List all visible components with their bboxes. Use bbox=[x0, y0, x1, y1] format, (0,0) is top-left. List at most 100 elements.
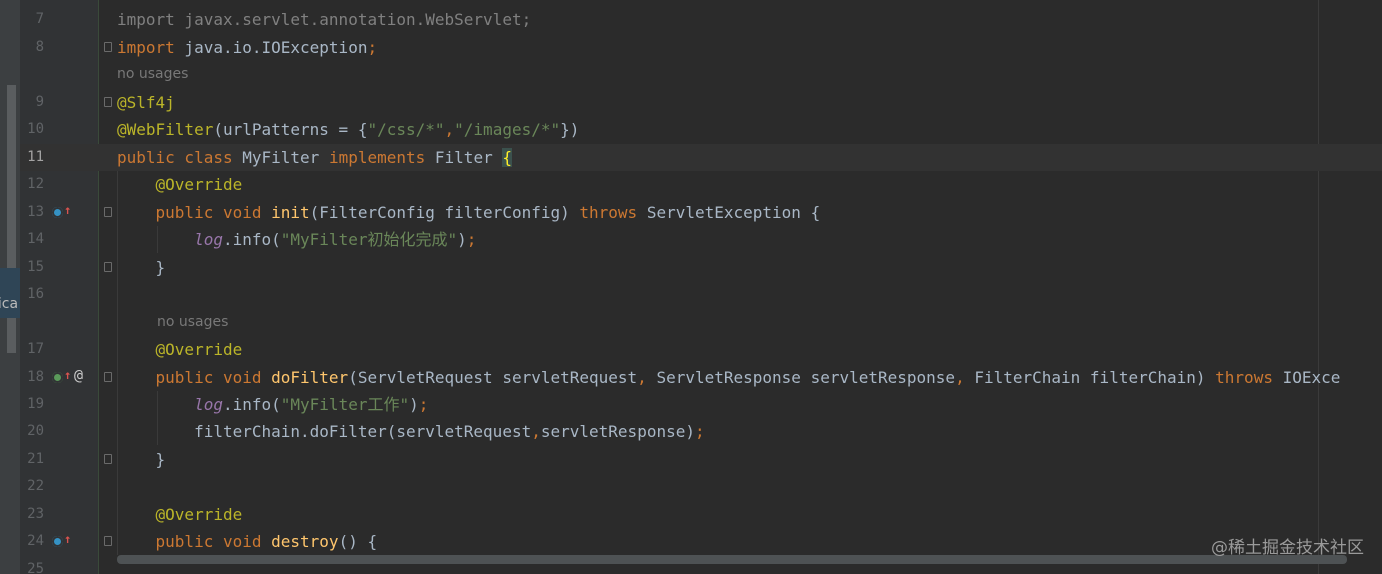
code-text[interactable]: public class MyFilter implements Filter … bbox=[117, 144, 512, 171]
code-token: ) bbox=[457, 230, 467, 249]
code-token: throws bbox=[1215, 368, 1283, 387]
code-token: } bbox=[117, 258, 166, 277]
code-text[interactable]: } bbox=[117, 254, 166, 281]
line-number: 19 bbox=[27, 396, 44, 412]
line-number: 20 bbox=[27, 423, 44, 439]
code-text[interactable]: public void doFilter(ServletRequest serv… bbox=[117, 364, 1341, 391]
code-token: (urlPatterns = { bbox=[213, 120, 368, 139]
code-text[interactable]: public void destroy() { bbox=[117, 528, 378, 555]
code-text[interactable]: @Override bbox=[117, 171, 243, 198]
implements-method-icon[interactable] bbox=[52, 207, 63, 218]
no-usages-hint[interactable]: no usages bbox=[157, 309, 228, 336]
fold-marker-icon[interactable] bbox=[104, 262, 112, 272]
code-token: log bbox=[194, 230, 223, 249]
code-token: java.io.IOException bbox=[174, 38, 368, 57]
code-line-17[interactable]: 17 @Override bbox=[0, 336, 1382, 363]
line-number: 25 bbox=[27, 561, 44, 574]
code-text[interactable]: @Override bbox=[117, 336, 243, 363]
code-text[interactable]: import java.io.IOException; bbox=[117, 34, 377, 61]
line-number: 13 bbox=[27, 204, 44, 220]
line-number: 7 bbox=[35, 11, 44, 27]
code-text[interactable]: @Slf4j bbox=[117, 89, 175, 116]
code-token: ; bbox=[367, 38, 378, 57]
code-token: @WebFilter bbox=[117, 120, 214, 139]
implements-arrow-up-icon[interactable]: ↑ bbox=[64, 368, 71, 382]
code-token: public class bbox=[117, 148, 243, 167]
implements-arrow-up-icon[interactable]: ↑ bbox=[64, 532, 71, 546]
code-text[interactable]: @Override bbox=[117, 501, 243, 528]
code-token: filterChain.doFilter(servletRequest bbox=[117, 422, 532, 441]
code-line-18[interactable]: 18 public void doFilter(ServletRequest s… bbox=[0, 364, 1382, 391]
code-token: ) bbox=[409, 395, 419, 414]
code-line-13[interactable]: 13 public void init(FilterConfig filterC… bbox=[0, 199, 1382, 226]
code-text[interactable]: @WebFilter(urlPatterns = {"/css/*","/ima… bbox=[117, 116, 579, 143]
line-number: 16 bbox=[27, 286, 44, 302]
line-number: 11 bbox=[27, 149, 44, 165]
code-token: "MyFilter工作" bbox=[280, 395, 410, 414]
code-line-24[interactable]: 24 public void destroy() { bbox=[0, 528, 1382, 555]
code-line-11[interactable]: 11 public class MyFilter implements Filt… bbox=[0, 144, 1382, 171]
code-text[interactable]: public void init(FilterConfig filterConf… bbox=[117, 199, 821, 226]
fold-marker-icon[interactable] bbox=[104, 454, 112, 464]
line-number: 24 bbox=[27, 533, 44, 549]
code-line-16[interactable]: 16 bbox=[0, 281, 1382, 308]
code-token: "/css/*" bbox=[367, 120, 445, 139]
line-number: 15 bbox=[27, 259, 44, 275]
code-line-23[interactable]: 23 @Override bbox=[0, 501, 1382, 528]
code-token: public void bbox=[155, 532, 272, 551]
code-editor-window: lica 7 import javax.servlet.annotation.W… bbox=[0, 0, 1382, 574]
fold-marker-icon[interactable] bbox=[104, 536, 112, 546]
code-text[interactable]: log.info("MyFilter工作"); bbox=[117, 391, 428, 418]
code-token: import javax.servlet.annotation.WebServl… bbox=[117, 10, 532, 29]
code-token: (FilterConfig filterConfig) bbox=[309, 203, 580, 222]
code-token: doFilter bbox=[271, 368, 349, 387]
code-token: @Slf4j bbox=[117, 93, 175, 112]
code-token: ; bbox=[466, 230, 477, 249]
code-line-15[interactable]: 15 } bbox=[0, 254, 1382, 281]
code-token: @Override bbox=[155, 505, 243, 524]
code-line-8[interactable]: 8 import java.io.IOException; bbox=[0, 34, 1382, 61]
code-text[interactable]: log.info("MyFilter初始化完成"); bbox=[117, 226, 476, 253]
code-line-19[interactable]: 19 log.info("MyFilter工作"); bbox=[0, 391, 1382, 418]
code-text[interactable]: } bbox=[117, 446, 166, 473]
code-line-9[interactable]: 9 @Slf4j bbox=[0, 89, 1382, 116]
horizontal-scrollbar[interactable] bbox=[117, 555, 1347, 564]
line-number: 10 bbox=[27, 121, 44, 137]
code-line-12[interactable]: 12 @Override bbox=[0, 171, 1382, 198]
code-token: MyFilter bbox=[242, 148, 329, 167]
at-sign-icon[interactable]: @ bbox=[74, 366, 83, 384]
line-number: 23 bbox=[27, 506, 44, 522]
code-text[interactable]: import javax.servlet.annotation.WebServl… bbox=[117, 6, 531, 33]
code-line-7[interactable]: 7 import javax.servlet.annotation.WebSer… bbox=[0, 6, 1382, 33]
code-line-20[interactable]: 20 filterChain.doFilter(servletRequest,s… bbox=[0, 418, 1382, 445]
code-token: throws bbox=[579, 203, 647, 222]
code-token: .info( bbox=[222, 230, 281, 249]
code-line-10[interactable]: 10 @WebFilter(urlPatterns = {"/css/*","/… bbox=[0, 116, 1382, 143]
fold-marker-icon[interactable] bbox=[104, 42, 112, 52]
no-usages-hint[interactable]: no usages bbox=[117, 61, 188, 88]
fold-marker-icon[interactable] bbox=[104, 372, 112, 382]
fold-marker-icon[interactable] bbox=[104, 207, 112, 217]
code-line-14[interactable]: 14 log.info("MyFilter初始化完成"); bbox=[0, 226, 1382, 253]
code-line-22[interactable]: 22 bbox=[0, 473, 1382, 500]
code-token: , bbox=[531, 422, 541, 441]
line-number: 17 bbox=[27, 341, 44, 357]
code-line-21[interactable]: 21 } bbox=[0, 446, 1382, 473]
code-token: servletResponse) bbox=[540, 422, 695, 441]
implements-method-icon[interactable] bbox=[52, 372, 63, 383]
implements-arrow-up-icon[interactable]: ↑ bbox=[64, 203, 71, 217]
code-text[interactable]: filterChain.doFilter(servletRequest,serv… bbox=[117, 418, 705, 445]
implements-method-icon[interactable] bbox=[52, 536, 63, 547]
code-token: , bbox=[637, 368, 657, 387]
line-number: 14 bbox=[27, 231, 44, 247]
line-number: 18 bbox=[27, 369, 44, 385]
line-number: 12 bbox=[27, 176, 44, 192]
code-token: implements bbox=[328, 148, 435, 167]
code-token: } bbox=[117, 450, 166, 469]
fold-marker-icon[interactable] bbox=[104, 97, 112, 107]
code-token: IOExce bbox=[1282, 368, 1341, 387]
